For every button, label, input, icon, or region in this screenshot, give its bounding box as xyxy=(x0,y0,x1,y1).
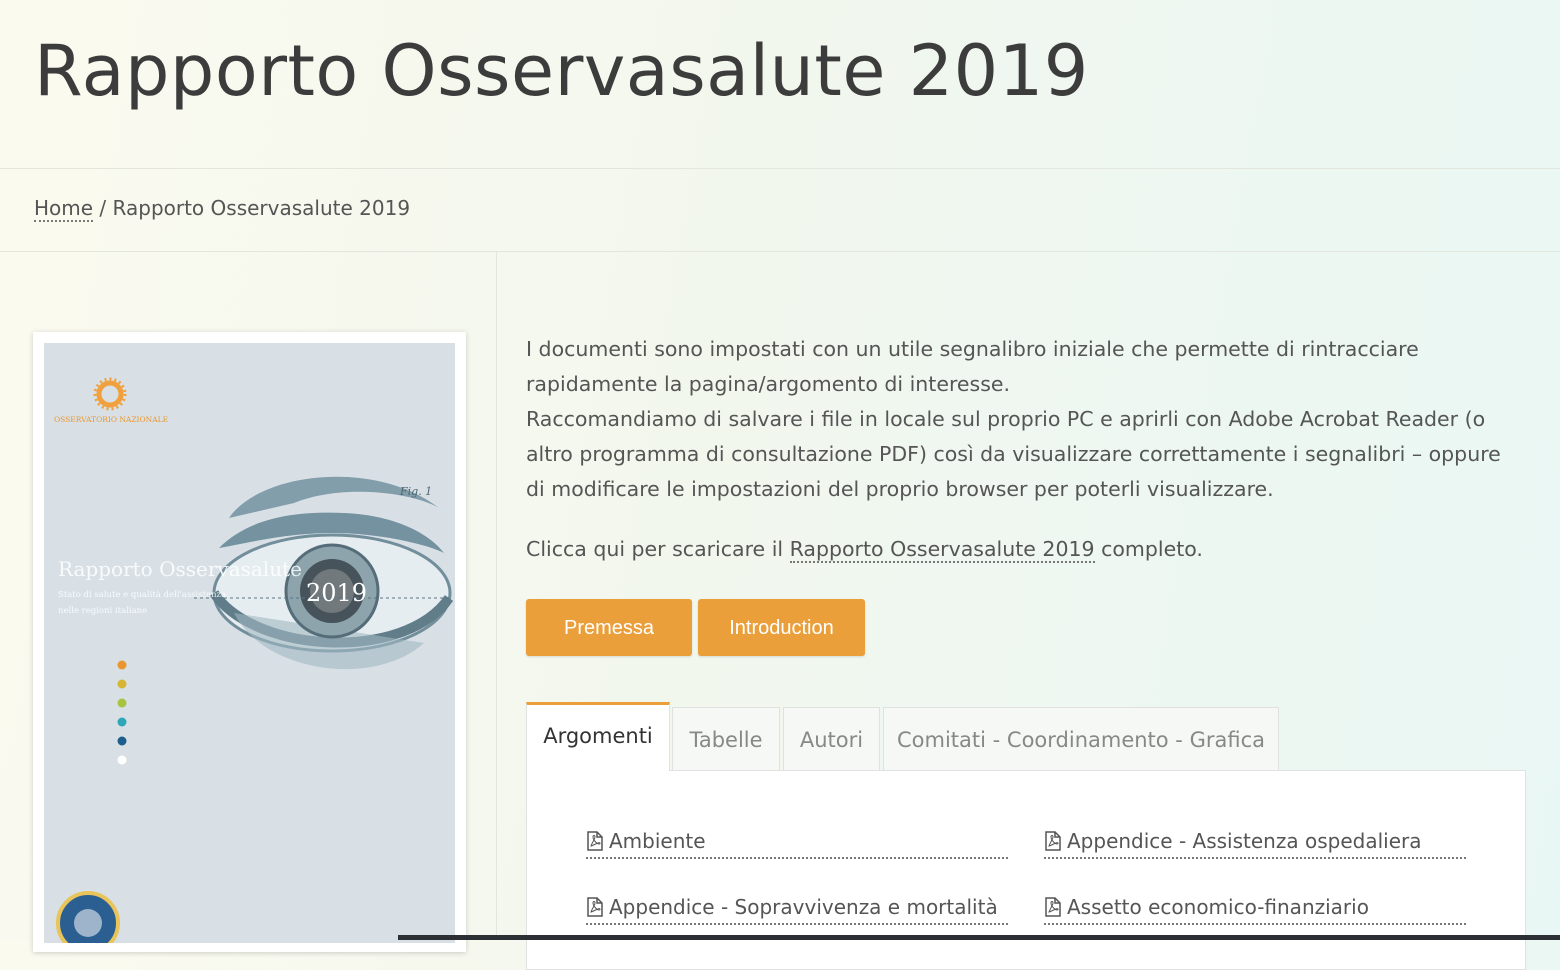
document-label: Ambiente xyxy=(609,829,706,853)
premessa-button[interactable]: Premessa xyxy=(526,599,692,656)
tab-tabelle[interactable]: Tabelle xyxy=(672,707,780,770)
intro-text: I documenti sono impostati con un utile … xyxy=(526,332,1526,507)
tab-panel-argomenti: Ambiente Appendice - Assistenza ospedali… xyxy=(526,770,1526,970)
cover-subtitle-line2: nelle regioni italiane xyxy=(58,606,147,616)
cover-dot xyxy=(117,660,127,670)
intro-line-1: I documenti sono impostati con un utile … xyxy=(526,337,1419,361)
intro-line-2: rapidamente la pagina/argomento di inter… xyxy=(526,372,1011,396)
download-text: Clicca qui per scaricare il Rapporto Oss… xyxy=(526,537,1203,563)
introduction-button[interactable]: Introduction xyxy=(698,599,865,656)
breadcrumb-home-link[interactable]: Home xyxy=(34,196,94,222)
pdf-icon xyxy=(1045,897,1061,917)
cover-title: Rapporto Osservasalute xyxy=(58,557,302,581)
document-label: Appendice - Assistenza ospedaliera xyxy=(1067,829,1422,853)
breadcrumb: Home / Rapporto Osservasalute 2019 xyxy=(34,196,411,222)
horizontal-scrollbar[interactable] xyxy=(398,935,1560,940)
cover-logo-text: OSSERVATORIO NAZIONALE xyxy=(54,415,168,424)
download-suffix: completo. xyxy=(1101,537,1203,561)
university-seal-icon xyxy=(56,891,120,943)
breadcrumb-separator: / xyxy=(99,196,107,220)
cover-year: 2019 xyxy=(306,579,367,607)
intro-line-5: di modificare le impostazioni del propri… xyxy=(526,477,1274,501)
column-divider xyxy=(496,252,497,940)
cover-dot xyxy=(117,717,127,727)
tab-argomenti[interactable]: Argomenti xyxy=(526,702,670,771)
report-cover-image[interactable]: OSSERVATORIO NAZIONALE 2019 Fig. 1 Rappo… xyxy=(33,332,466,952)
page-header: Rapporto Osservasalute 2019 xyxy=(0,0,1560,169)
cover-color-dots xyxy=(117,660,127,765)
tab-autori[interactable]: Autori xyxy=(783,707,880,770)
pdf-icon xyxy=(587,897,603,917)
main-content: I documenti sono impostati con un utile … xyxy=(526,332,1526,970)
cover-dot xyxy=(117,755,127,765)
download-prefix: Clicca qui per scaricare il xyxy=(526,537,784,561)
document-link[interactable]: Appendice - Assistenza ospedaliera xyxy=(1044,829,1466,859)
page-title: Rapporto Osservasalute 2019 xyxy=(34,30,1089,112)
intro-line-3: Raccomandiamo di salvare i file in local… xyxy=(526,407,1486,431)
observatory-logo-icon xyxy=(93,377,127,411)
document-link[interactable]: Assetto economico-finanziario xyxy=(1044,895,1466,925)
tab-comitati[interactable]: Comitati - Coordinamento - Grafica xyxy=(883,707,1279,770)
cover-dot xyxy=(117,736,127,746)
document-label: Assetto economico-finanziario xyxy=(1067,895,1369,919)
document-label: Appendice - Sopravvivenza e mortalità xyxy=(609,895,998,919)
cover-dot xyxy=(117,698,127,708)
intro-line-4: altro programma di consultazione PDF) co… xyxy=(526,442,1501,466)
cover-artwork: OSSERVATORIO NAZIONALE 2019 Fig. 1 Rappo… xyxy=(54,377,454,943)
document-link[interactable]: Appendice - Sopravvivenza e mortalità xyxy=(586,895,1008,925)
cover-subtitle-line1: Stato di salute e qualità dell'assistenz… xyxy=(58,589,226,600)
cover-dot xyxy=(117,679,127,689)
document-link[interactable]: Ambiente xyxy=(586,829,1008,859)
report-cover: OSSERVATORIO NAZIONALE 2019 Fig. 1 Rappo… xyxy=(44,343,455,943)
cover-fig-label: Fig. 1 xyxy=(399,485,432,498)
pdf-icon xyxy=(1045,831,1061,851)
breadcrumb-current: Rapporto Osservasalute 2019 xyxy=(112,196,411,220)
download-full-report-link[interactable]: Rapporto Osservasalute 2019 xyxy=(789,537,1095,563)
pdf-icon xyxy=(587,831,603,851)
